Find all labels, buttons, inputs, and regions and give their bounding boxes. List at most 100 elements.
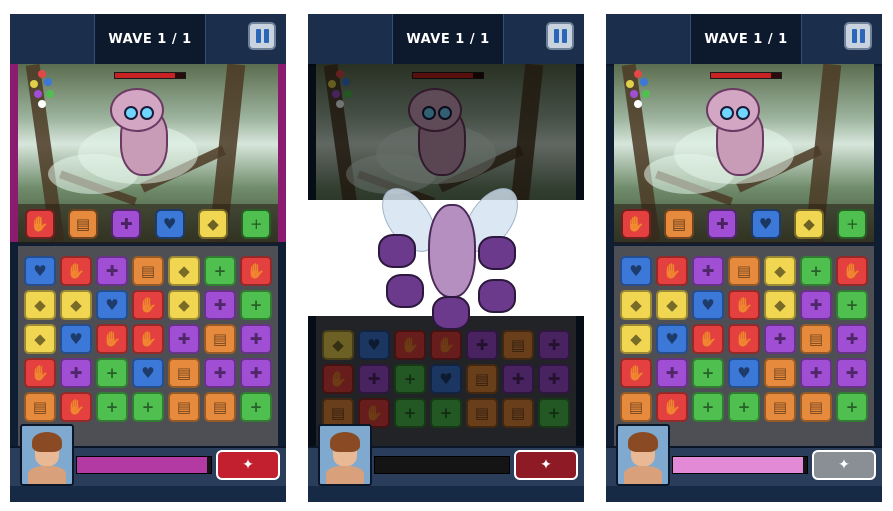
special-attack-button[interactable]: ✦ — [812, 450, 876, 480]
special-attack-button[interactable]: ✦ — [514, 450, 578, 480]
pause-button[interactable] — [546, 22, 574, 50]
tile-red[interactable]: ✋ — [96, 324, 128, 354]
tile-orange[interactable]: ▤ — [620, 392, 652, 422]
tile-yellow[interactable]: ◆ — [168, 290, 200, 320]
tile-yellow[interactable]: ◆ — [764, 290, 796, 320]
bottom-strip — [606, 486, 882, 502]
pause-button[interactable] — [248, 22, 276, 50]
tile-blue[interactable]: ♥ — [132, 358, 164, 388]
hero-portrait[interactable] — [616, 424, 670, 486]
tile-purple[interactable]: ✚ — [764, 324, 796, 354]
tile-yellow[interactable]: ◆ — [24, 290, 56, 320]
tile-purple[interactable]: ✚ — [168, 324, 200, 354]
ability-slot-purple[interactable]: ✚ — [111, 209, 142, 239]
tile-red[interactable]: ✋ — [240, 256, 272, 286]
tile-orange[interactable]: ▤ — [800, 392, 832, 422]
tile-red[interactable]: ✋ — [60, 256, 92, 286]
ability-slot-red[interactable]: ✋ — [24, 209, 55, 239]
gem-icon — [34, 90, 42, 98]
tile-purple[interactable]: ✚ — [800, 290, 832, 320]
tile-orange[interactable]: ▤ — [764, 392, 796, 422]
tile-green[interactable]: + — [96, 392, 128, 422]
tile-yellow[interactable]: ◆ — [620, 324, 652, 354]
tile-purple[interactable]: ✚ — [240, 358, 272, 388]
tile-yellow[interactable]: ◆ — [24, 324, 56, 354]
scene-frame-left — [10, 64, 18, 242]
ability-slot-yellow[interactable]: ◆ — [197, 209, 228, 239]
tile-red[interactable]: ✋ — [656, 392, 688, 422]
ability-slot-blue[interactable]: ♥ — [154, 209, 185, 239]
tile-green[interactable]: + — [204, 256, 236, 286]
ability-slot-red[interactable]: ✋ — [620, 209, 651, 239]
tile-purple[interactable]: ✚ — [836, 324, 868, 354]
ability-slot-orange[interactable]: ▤ — [663, 209, 694, 239]
tile-red[interactable]: ✋ — [836, 256, 868, 286]
ability-slot-orange[interactable]: ▤ — [67, 209, 98, 239]
tile-red[interactable]: ✋ — [132, 290, 164, 320]
tile-red[interactable]: ✋ — [656, 256, 688, 286]
tile-purple[interactable]: ✚ — [692, 256, 724, 286]
tile-green[interactable]: + — [240, 290, 272, 320]
tile-purple[interactable]: ✚ — [240, 324, 272, 354]
enemy-health-fill — [711, 73, 771, 78]
special-attack-button[interactable]: ✦ — [216, 450, 280, 480]
tile-orange[interactable]: ▤ — [24, 392, 56, 422]
tile-orange[interactable]: ▤ — [168, 392, 200, 422]
tile-blue[interactable]: ♥ — [60, 324, 92, 354]
enemy-attacking — [371, 178, 529, 334]
ability-slot-green[interactable]: + — [241, 209, 272, 239]
tile-blue[interactable]: ♥ — [692, 290, 724, 320]
tile-yellow[interactable]: ◆ — [168, 256, 200, 286]
tile-blue[interactable]: ♥ — [620, 256, 652, 286]
tile-purple[interactable]: ✚ — [204, 358, 236, 388]
tile-green[interactable]: + — [96, 358, 128, 388]
tile-purple[interactable]: ✚ — [204, 290, 236, 320]
tile-green[interactable]: + — [800, 256, 832, 286]
tile-purple[interactable]: ✚ — [656, 358, 688, 388]
tile-green[interactable]: + — [240, 392, 272, 422]
pause-button[interactable] — [844, 22, 872, 50]
tile-blue[interactable]: ♥ — [96, 290, 128, 320]
tile-purple[interactable]: ✚ — [60, 358, 92, 388]
tile-blue[interactable]: ♥ — [656, 324, 688, 354]
tile-purple[interactable]: ✚ — [96, 256, 128, 286]
ability-slot-green[interactable]: + — [837, 209, 868, 239]
tile-yellow[interactable]: ◆ — [60, 290, 92, 320]
tile-orange[interactable]: ▤ — [204, 392, 236, 422]
tile-orange[interactable]: ▤ — [204, 324, 236, 354]
tile-purple[interactable]: ✚ — [836, 358, 868, 388]
ability-slot-blue[interactable]: ♥ — [750, 209, 781, 239]
energy-fill — [673, 457, 803, 473]
tile-green[interactable]: + — [836, 290, 868, 320]
tile-yellow[interactable]: ◆ — [656, 290, 688, 320]
tile-orange[interactable]: ▤ — [728, 256, 760, 286]
tile-red[interactable]: ✋ — [728, 290, 760, 320]
tile-green[interactable]: + — [728, 392, 760, 422]
tile-blue[interactable]: ♥ — [24, 256, 56, 286]
tile-yellow[interactable]: ◆ — [620, 290, 652, 320]
tile-red[interactable]: ✋ — [620, 358, 652, 388]
tile-yellow[interactable]: ◆ — [764, 256, 796, 286]
tile-orange[interactable]: ▤ — [132, 256, 164, 286]
tile-green[interactable]: + — [692, 358, 724, 388]
tile-orange[interactable]: ▤ — [800, 324, 832, 354]
tile-green[interactable]: + — [692, 392, 724, 422]
tile-orange[interactable]: ▤ — [168, 358, 200, 388]
ability-slot-purple[interactable]: ✚ — [707, 209, 738, 239]
tile-red[interactable]: ✋ — [24, 358, 56, 388]
tile-red[interactable]: ✋ — [728, 324, 760, 354]
enemy-claw — [478, 279, 516, 313]
tile-red[interactable]: ✋ — [692, 324, 724, 354]
tile-green[interactable]: + — [132, 392, 164, 422]
hero-portrait[interactable] — [318, 424, 372, 486]
tile-green[interactable]: + — [836, 392, 868, 422]
tile-red[interactable]: ✋ — [132, 324, 164, 354]
tile-purple[interactable]: ✚ — [800, 358, 832, 388]
enemy-claw — [386, 274, 424, 308]
hero-portrait[interactable] — [20, 424, 74, 486]
top-bar: WAVE 1 / 1 — [10, 14, 286, 66]
tile-blue[interactable]: ♥ — [728, 358, 760, 388]
ability-slot-yellow[interactable]: ◆ — [793, 209, 824, 239]
tile-red[interactable]: ✋ — [60, 392, 92, 422]
tile-orange[interactable]: ▤ — [764, 358, 796, 388]
